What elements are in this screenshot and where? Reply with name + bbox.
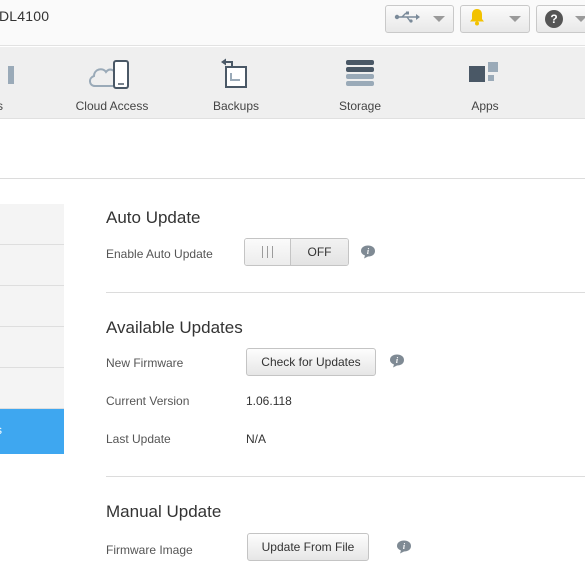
sidebar-item-label: s [0, 423, 60, 437]
last-update-value: N/A [246, 432, 267, 446]
sidebar-item[interactable] [0, 245, 64, 286]
manual-update-title: Manual Update [106, 502, 222, 521]
top-bar: ' DL4100 ? [0, 0, 585, 46]
section-divider [106, 292, 585, 293]
current-version-label: Current Version [106, 394, 190, 408]
main-navigation: s Cloud Access Backups Storage Apps [0, 47, 585, 119]
settings-sidebar: s [0, 204, 64, 454]
info-icon[interactable]: i [396, 540, 412, 554]
nav-storage[interactable]: Storage [320, 47, 400, 119]
firmware-image-label: Firmware Image [106, 543, 193, 557]
nav-cloud-access[interactable]: Cloud Access [67, 47, 157, 119]
toggle-grip-icon [245, 239, 291, 265]
header-divider [0, 178, 585, 179]
check-for-updates-button[interactable]: Check for Updates [246, 348, 376, 376]
section-divider [106, 476, 585, 477]
nav-backups[interactable]: Backups [196, 47, 276, 119]
sidebar-item[interactable] [0, 286, 64, 327]
chevron-down-icon [575, 16, 585, 22]
auto-update-toggle[interactable]: OFF [244, 238, 349, 266]
cloud-device-icon [82, 55, 142, 95]
toggle-state-label: OFF [291, 239, 348, 265]
nav-cloud-access-label: Cloud Access [75, 99, 149, 113]
chevron-down-icon [433, 16, 445, 22]
apps-icon [455, 55, 515, 95]
help-icon: ? [545, 10, 563, 28]
nav-apps-label: Apps [471, 99, 499, 113]
help-menu-button[interactable]: ? [536, 5, 585, 33]
nav-apps[interactable]: Apps [445, 47, 525, 119]
sidebar-item[interactable] [0, 327, 64, 368]
enable-auto-update-label: Enable Auto Update [106, 247, 213, 261]
sidebar-item[interactable] [0, 204, 64, 245]
sidebar-item-firmware-update[interactable]: s [0, 409, 64, 454]
auto-update-title: Auto Update [106, 208, 201, 227]
device-name: ' DL4100 [0, 8, 50, 24]
nav-backups-label: Backups [212, 99, 260, 113]
new-firmware-label: New Firmware [106, 356, 184, 370]
usb-menu-button[interactable] [385, 5, 454, 33]
alerts-menu-button[interactable] [460, 5, 530, 33]
nav-storage-label: Storage [338, 99, 382, 113]
backup-icon [206, 55, 266, 95]
update-from-file-button[interactable]: Update From File [247, 533, 369, 561]
info-icon[interactable]: i [360, 245, 376, 259]
nav-users-label: s [0, 99, 3, 113]
storage-icon [330, 55, 390, 95]
sidebar-item[interactable] [0, 368, 64, 409]
nav-users[interactable]: s [0, 47, 40, 119]
bell-icon [469, 8, 485, 31]
last-update-label: Last Update [106, 432, 171, 446]
current-version-value: 1.06.118 [246, 394, 292, 408]
available-updates-title: Available Updates [106, 318, 243, 337]
info-icon[interactable]: i [389, 354, 405, 368]
usb-icon [394, 10, 420, 28]
users-icon [0, 55, 30, 95]
chevron-down-icon [509, 16, 521, 22]
